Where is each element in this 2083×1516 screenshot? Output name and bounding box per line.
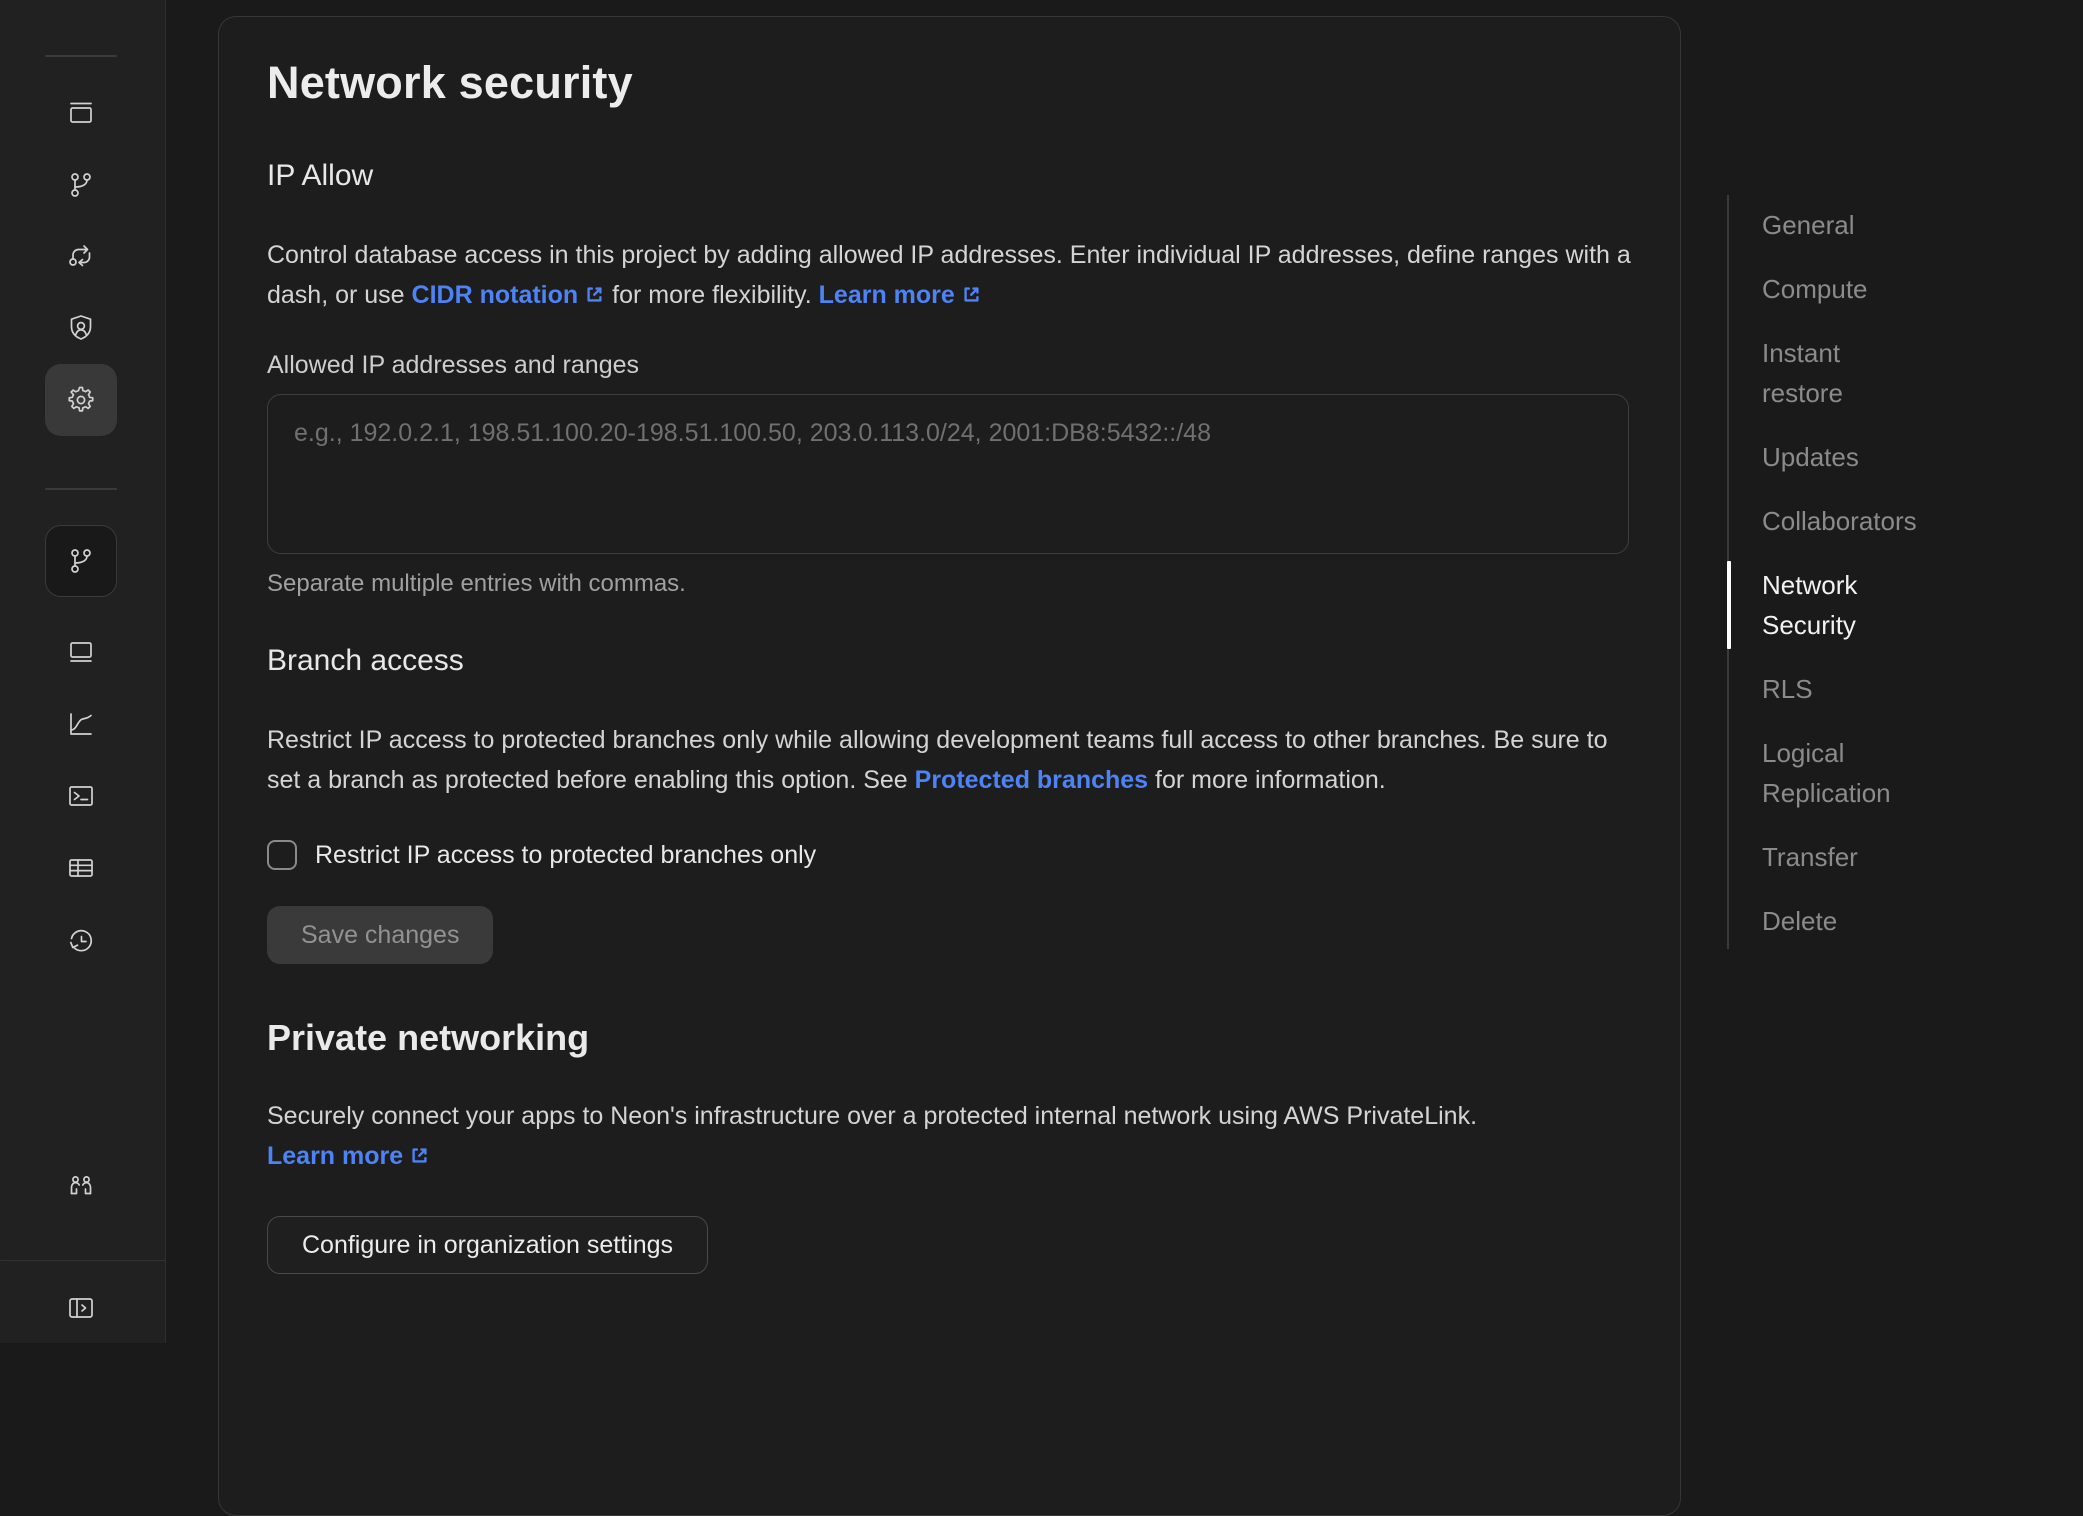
sidebar-item-settings[interactable] xyxy=(45,364,117,436)
private-networking-desc-text: Securely connect your apps to Neon's inf… xyxy=(267,1102,1477,1130)
sidebar-divider-middle xyxy=(45,488,117,490)
sidebar-item-monitoring[interactable] xyxy=(45,688,117,760)
ip-allow-desc-text-2: for more flexibility. xyxy=(605,281,818,309)
sidebar-divider-bottom xyxy=(0,1260,166,1261)
nav-item-instant-restore[interactable]: Instant restore xyxy=(1729,333,1914,413)
restrict-ip-checkbox-label: Restrict IP access to protected branches… xyxy=(315,841,816,870)
save-changes-button[interactable]: Save changes xyxy=(267,906,493,964)
collapse-panel-icon xyxy=(66,1293,96,1323)
chart-curve-icon xyxy=(66,709,96,739)
table-icon xyxy=(66,853,96,883)
sidebar-item-sql-editor[interactable] xyxy=(45,760,117,832)
nav-item-logical-replication[interactable]: Logical Replication xyxy=(1729,733,1914,813)
git-branch-icon xyxy=(66,546,96,576)
sidebar-item-roles[interactable] xyxy=(45,292,117,364)
protected-branches-link[interactable]: Protected branches xyxy=(915,766,1148,794)
branch-access-desc-text-2: for more information. xyxy=(1148,766,1386,794)
external-link-icon xyxy=(961,277,982,298)
history-clock-icon xyxy=(66,926,96,956)
window-icon xyxy=(66,637,96,667)
workflow-icon xyxy=(66,241,96,271)
nav-item-network-security[interactable]: Network Security xyxy=(1729,565,1914,645)
settings-section-list: General Compute Instant restore Updates … xyxy=(1727,195,1967,949)
sidebar-item-workflows[interactable] xyxy=(45,220,117,292)
sidebar-item-collapse-panel[interactable] xyxy=(45,1272,117,1344)
ip-allow-heading: IP Allow xyxy=(267,157,1632,195)
external-link-icon xyxy=(409,1138,430,1159)
private-networking-learn-more-link[interactable]: Learn more xyxy=(267,1142,430,1170)
sidebar-item-tables[interactable] xyxy=(45,832,117,904)
configure-org-settings-button[interactable]: Configure in organization settings xyxy=(267,1216,708,1274)
ip-allow-description: Control database access in this project … xyxy=(267,235,1632,315)
sidebar-item-restore-history[interactable] xyxy=(45,905,117,977)
icon-sidebar xyxy=(0,0,166,1343)
two-people-icon xyxy=(66,1172,96,1202)
ip-input-label: Allowed IP addresses and ranges xyxy=(267,351,1632,380)
settings-section-nav: General Compute Instant restore Updates … xyxy=(1727,195,1967,949)
projects-icon xyxy=(66,98,96,128)
nav-item-general[interactable]: General xyxy=(1729,205,1914,245)
sidebar-item-tables-dashboard[interactable] xyxy=(45,616,117,688)
ip-addresses-input[interactable] xyxy=(267,394,1629,554)
ip-allow-learn-more-link[interactable]: Learn more xyxy=(819,281,982,309)
sidebar-item-projects[interactable] xyxy=(45,77,117,149)
private-networking-heading: Private networking xyxy=(267,1016,1632,1060)
nav-item-rls[interactable]: RLS xyxy=(1729,669,1914,709)
terminal-icon xyxy=(66,781,96,811)
restrict-ip-checkbox[interactable] xyxy=(267,840,297,870)
ip-input-help: Separate multiple entries with commas. xyxy=(267,570,1632,598)
sidebar-item-branch-selector[interactable] xyxy=(45,525,117,597)
nav-item-transfer[interactable]: Transfer xyxy=(1729,837,1914,877)
sidebar-item-branches[interactable] xyxy=(45,149,117,221)
private-networking-description: Securely connect your apps to Neon's inf… xyxy=(267,1096,1632,1176)
sidebar-item-people[interactable] xyxy=(45,1151,117,1223)
sidebar-divider-top xyxy=(45,55,117,57)
nav-item-delete[interactable]: Delete xyxy=(1729,901,1914,941)
gear-icon xyxy=(66,385,96,415)
branch-access-heading: Branch access xyxy=(267,642,1632,680)
network-security-panel: Network security IP Allow Control databa… xyxy=(218,16,1681,1516)
shield-user-icon xyxy=(66,313,96,343)
external-link-icon xyxy=(584,277,605,298)
nav-item-updates[interactable]: Updates xyxy=(1729,437,1914,477)
nav-item-collaborators[interactable]: Collaborators xyxy=(1729,501,1914,541)
cidr-notation-link[interactable]: CIDR notation xyxy=(412,281,606,309)
restrict-ip-checkbox-row[interactable]: Restrict IP access to protected branches… xyxy=(267,840,1632,870)
branch-access-description: Restrict IP access to protected branches… xyxy=(267,720,1632,800)
page-title: Network security xyxy=(267,57,1632,109)
git-branch-icon xyxy=(66,170,96,200)
nav-item-compute[interactable]: Compute xyxy=(1729,269,1914,309)
